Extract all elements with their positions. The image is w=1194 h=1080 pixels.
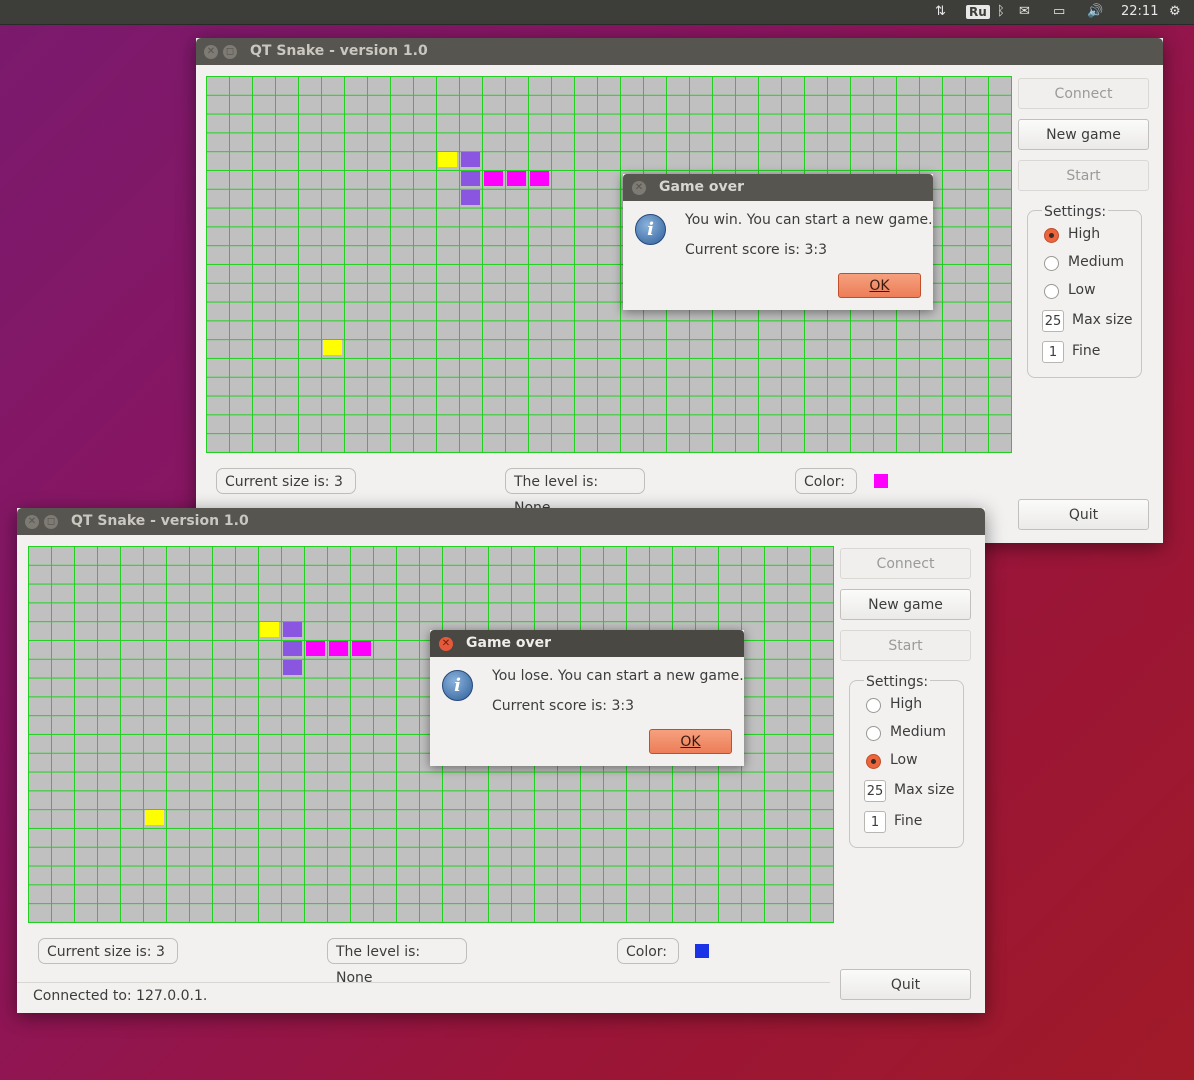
fine-spinbox[interactable]: 1 <box>1042 341 1064 363</box>
max-size-spinbox[interactable]: 25 <box>864 780 886 802</box>
snake-segment <box>283 660 302 675</box>
bluetooth-icon[interactable]: ᛒ <box>997 3 1005 21</box>
food-cell <box>438 152 457 167</box>
dialog-message: You lose. You can start a new game. <box>492 668 744 684</box>
close-icon[interactable]: ✕ <box>632 181 646 195</box>
radio-medium-label[interactable]: Medium <box>890 724 946 740</box>
info-icon: i <box>442 670 473 701</box>
close-icon[interactable]: ✕ <box>25 515 39 529</box>
max-size-spinbox[interactable]: 25 <box>1042 310 1064 332</box>
window-titlebar[interactable]: ✕ ◻ QT Snake - version 1.0 <box>196 38 1163 65</box>
snake-head <box>461 152 480 167</box>
connect-button[interactable]: Connect <box>1018 78 1149 109</box>
snake-segment <box>352 641 371 656</box>
snake-segment <box>283 641 302 656</box>
start-button[interactable]: Start <box>840 630 971 661</box>
color-label: Color: <box>795 468 857 494</box>
dialog-title: Game over <box>659 179 745 195</box>
network-icon[interactable]: ⇅ <box>935 3 946 21</box>
battery-icon[interactable]: ▭ <box>1053 3 1065 21</box>
ok-button-label[interactable]: OK <box>869 278 889 294</box>
info-icon: i <box>635 214 666 245</box>
settings-group: Settings: High Medium Low 25 Max size 1 … <box>1027 204 1142 378</box>
start-button[interactable]: Start <box>1018 160 1149 191</box>
color-swatch <box>874 474 888 488</box>
top-panel: ⇅ Ru ᛒ ✉ ▭ 🔊 22:11 ⚙ <box>0 0 1194 25</box>
radio-medium[interactable] <box>866 726 881 741</box>
color-label: Color: <box>617 938 679 964</box>
keyboard-indicator[interactable]: Ru <box>966 3 990 22</box>
radio-low-label[interactable]: Low <box>1068 282 1096 298</box>
mail-icon[interactable]: ✉ <box>1019 3 1030 21</box>
quit-button[interactable]: Quit <box>840 969 971 1000</box>
dialog-title: Game over <box>466 635 552 651</box>
radio-low[interactable] <box>1044 284 1059 299</box>
fine-label: Fine <box>894 813 923 829</box>
clock[interactable]: 22:11 <box>1121 3 1158 21</box>
maximize-icon[interactable]: ◻ <box>44 515 58 529</box>
new-game-button[interactable]: New game <box>840 589 971 620</box>
maximize-icon[interactable]: ◻ <box>223 45 237 59</box>
dialog-titlebar[interactable]: ✕ Game over <box>430 630 744 657</box>
snake-segment <box>507 171 526 186</box>
food-cell <box>260 622 279 637</box>
radio-high-label[interactable]: High <box>890 696 922 712</box>
connect-button[interactable]: Connect <box>840 548 971 579</box>
level-label: The level is: None <box>505 468 645 516</box>
power-gear-icon[interactable]: ⚙ <box>1169 3 1181 21</box>
ok-button-label[interactable]: OK <box>680 734 700 750</box>
dialog-score: Current score is: 3:3 <box>492 698 634 714</box>
fine-label: Fine <box>1072 343 1101 359</box>
snake-segment <box>461 190 480 205</box>
max-size-label: Max size <box>1072 312 1133 328</box>
snake-segment <box>530 171 549 186</box>
snake-segment <box>461 171 480 186</box>
dialog-titlebar[interactable]: ✕ Game over <box>623 174 933 201</box>
status-bar-text: Connected to: 127.0.0.1. <box>33 988 208 1004</box>
settings-group: Settings: High Medium Low 25 Max size 1 … <box>849 674 964 848</box>
quit-button[interactable]: Quit <box>1018 499 1149 530</box>
food-cell <box>145 810 164 825</box>
snake-segment <box>484 171 503 186</box>
settings-label: Settings: <box>864 674 931 690</box>
ok-button[interactable]: OK <box>649 729 732 754</box>
settings-label: Settings: <box>1042 204 1109 220</box>
color-swatch <box>695 944 709 958</box>
food-cell <box>323 340 342 355</box>
window-title: QT Snake - version 1.0 <box>250 43 428 59</box>
current-size-label: Current size is: 3 <box>216 468 356 494</box>
close-icon[interactable]: ✕ <box>439 637 453 651</box>
radio-medium-label[interactable]: Medium <box>1068 254 1124 270</box>
window-title: QT Snake - version 1.0 <box>71 513 249 529</box>
radio-low-label[interactable]: Low <box>890 752 918 768</box>
radio-high[interactable] <box>866 698 881 713</box>
game-over-dialog-lose: ✕ Game over i You lose. You can start a … <box>430 630 744 766</box>
radio-high[interactable] <box>1044 228 1059 243</box>
game-over-dialog-win: ✕ Game over i You win. You can start a n… <box>623 174 933 310</box>
radio-low[interactable] <box>866 754 881 769</box>
snake-head <box>283 622 302 637</box>
ok-button[interactable]: OK <box>838 273 921 298</box>
radio-high-label[interactable]: High <box>1068 226 1100 242</box>
volume-icon[interactable]: 🔊 <box>1087 3 1103 21</box>
fine-spinbox[interactable]: 1 <box>864 811 886 833</box>
dialog-message: You win. You can start a new game. <box>685 212 933 228</box>
snake-segment <box>306 641 325 656</box>
close-icon[interactable]: ✕ <box>204 45 218 59</box>
status-bar: Connected to: 127.0.0.1. <box>17 982 830 1013</box>
keyboard-layout[interactable]: Ru <box>966 5 990 19</box>
current-size-label: Current size is: 3 <box>38 938 178 964</box>
radio-medium[interactable] <box>1044 256 1059 271</box>
window-titlebar[interactable]: ✕ ◻ QT Snake - version 1.0 <box>17 508 985 535</box>
max-size-label: Max size <box>894 782 955 798</box>
snake-segment <box>329 641 348 656</box>
level-label: The level is: None <box>327 938 467 986</box>
new-game-button[interactable]: New game <box>1018 119 1149 150</box>
dialog-score: Current score is: 3:3 <box>685 242 827 258</box>
